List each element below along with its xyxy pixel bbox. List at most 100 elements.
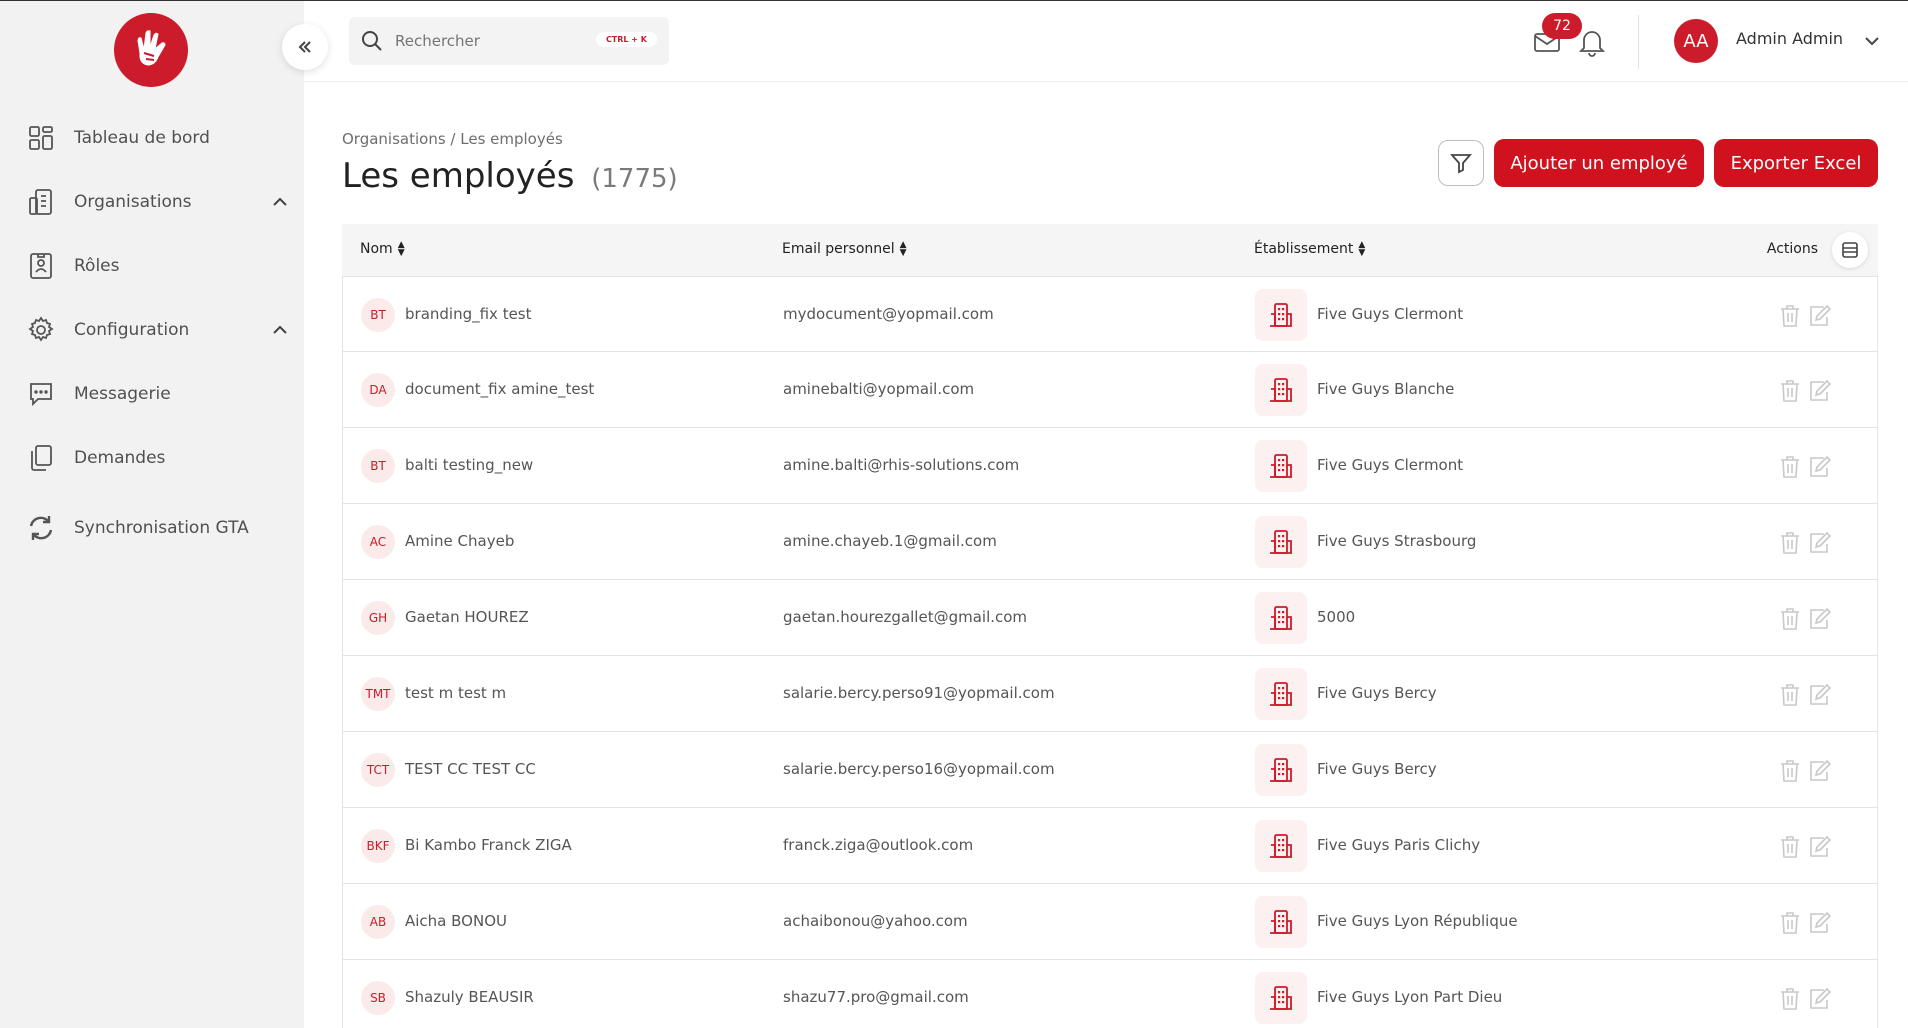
column-header-email[interactable]: Email personnel ▲ ▼	[782, 241, 907, 258]
trash-icon[interactable]	[1779, 531, 1801, 555]
sidebar-item-organisations[interactable]: Organisations	[0, 170, 304, 234]
search-icon	[362, 31, 382, 51]
employee-email: amine.balti@rhis-solutions.com	[783, 456, 1020, 474]
edit-icon[interactable]	[1807, 911, 1831, 935]
trash-icon[interactable]	[1779, 987, 1801, 1011]
employee-name[interactable]: document_fix amine_test	[405, 380, 594, 398]
sync-icon	[26, 513, 56, 543]
employee-email: achaibonou@yahoo.com	[783, 912, 968, 930]
export-excel-button[interactable]: Exporter Excel	[1714, 139, 1878, 187]
employee-name[interactable]: Shazuly BEAUSIR	[405, 988, 534, 1006]
trash-icon[interactable]	[1779, 455, 1801, 479]
column-settings-button[interactable]	[1832, 232, 1868, 268]
table-row[interactable]: GH Gaetan HOUREZ gaetan.hourezgallet@gma…	[342, 580, 1878, 656]
employee-email: amine.chayeb.1@gmail.com	[783, 532, 997, 550]
sidebar-item-label: Messagerie	[74, 384, 171, 404]
trash-icon[interactable]	[1779, 304, 1801, 328]
employee-name[interactable]: Gaetan HOUREZ	[405, 608, 529, 626]
employee-initials-avatar: AC	[361, 525, 395, 559]
employee-name[interactable]: Bi Kambo Franck ZIGA	[405, 836, 572, 854]
chevron-up-icon[interactable]	[270, 192, 290, 212]
collapse-sidebar-button[interactable]	[282, 24, 328, 70]
employee-initials-avatar: TMT	[361, 677, 395, 711]
employee-name[interactable]: Aicha BONOU	[405, 912, 507, 930]
employee-name[interactable]: TEST CC TEST CC	[405, 760, 536, 778]
trash-icon[interactable]	[1779, 911, 1801, 935]
table-row[interactable]: AC Amine Chayeb amine.chayeb.1@gmail.com…	[342, 504, 1878, 580]
column-header-name[interactable]: Nom ▲ ▼	[360, 241, 405, 258]
table-header: Nom ▲ ▼ Email personnel ▲ ▼ Établissement …	[342, 224, 1878, 276]
edit-icon[interactable]	[1807, 683, 1831, 707]
establishment-building-icon	[1255, 744, 1307, 796]
table-row[interactable]: DA document_fix amine_test aminebalti@yo…	[342, 352, 1878, 428]
sidebar-item-dashboard[interactable]: Tableau de bord	[0, 106, 304, 170]
header-divider	[1638, 15, 1639, 69]
employee-name[interactable]: branding_fix test	[405, 305, 532, 323]
employee-establishment: Five Guys Clermont	[1317, 305, 1464, 323]
edit-icon[interactable]	[1807, 759, 1831, 783]
employee-email: shazu77.pro@gmail.com	[783, 988, 969, 1006]
employee-email: franck.ziga@outlook.com	[783, 836, 974, 854]
mail-count-badge: 72	[1542, 13, 1582, 39]
sidebar-item-sync-gta[interactable]: Synchronisation GTA	[0, 496, 304, 560]
employee-initials-avatar: GH	[361, 601, 395, 635]
edit-icon[interactable]	[1807, 455, 1831, 479]
sidebar-item-label: Rôles	[74, 256, 120, 276]
table-row[interactable]: TMT test m test m salarie.bercy.perso91@…	[342, 656, 1878, 732]
table-row[interactable]: AB Aicha BONOU achaibonou@yahoo.com Five…	[342, 884, 1878, 960]
column-header-establishment[interactable]: Établissement ▲ ▼	[1254, 240, 1366, 258]
table-row[interactable]: BKF Bi Kambo Franck ZIGA franck.ziga@out…	[342, 808, 1878, 884]
employee-establishment: Five Guys Lyon Part Dieu	[1317, 988, 1503, 1006]
employee-name[interactable]: Amine Chayeb	[405, 532, 514, 550]
list-columns-icon	[1842, 242, 1858, 258]
user-avatar[interactable]: AA	[1674, 19, 1718, 63]
edit-icon[interactable]	[1807, 304, 1831, 328]
employee-name[interactable]: test m test m	[405, 684, 506, 702]
trash-icon[interactable]	[1779, 379, 1801, 403]
sidebar-item-demandes[interactable]: Demandes	[0, 426, 304, 490]
employee-establishment: Five Guys Paris Clichy	[1317, 836, 1481, 854]
employee-initials-avatar: BT	[361, 298, 395, 332]
edit-icon[interactable]	[1807, 379, 1831, 403]
user-name[interactable]: Admin Admin	[1736, 29, 1843, 48]
page-title-text: Les employés	[342, 156, 575, 196]
search-bar[interactable]: CTRL + K	[349, 17, 669, 65]
employee-establishment: Five Guys Bercy	[1317, 760, 1437, 778]
table-row[interactable]: TCT TEST CC TEST CC salarie.bercy.perso1…	[342, 732, 1878, 808]
trash-icon[interactable]	[1779, 607, 1801, 631]
app-logo[interactable]	[114, 13, 188, 87]
establishment-building-icon	[1255, 592, 1307, 644]
table-row[interactable]: BT branding_fix test mydocument@yopmail.…	[342, 276, 1878, 352]
sidebar-item-label: Tableau de bord	[74, 128, 210, 148]
edit-icon[interactable]	[1807, 987, 1831, 1011]
trash-icon[interactable]	[1779, 759, 1801, 783]
chevron-up-icon[interactable]	[270, 320, 290, 340]
employee-initials-avatar: BKF	[361, 829, 395, 863]
establishment-building-icon	[1255, 972, 1307, 1024]
filter-button[interactable]	[1438, 140, 1484, 186]
trash-icon[interactable]	[1779, 835, 1801, 859]
sidebar-item-configuration[interactable]: Configuration	[0, 298, 304, 362]
sidebar-item-label: Configuration	[74, 320, 190, 340]
edit-icon[interactable]	[1807, 531, 1831, 555]
employee-email: aminebalti@yopmail.com	[783, 380, 975, 398]
bell-icon[interactable]	[1578, 27, 1606, 57]
sort-icon: ▲ ▼	[1358, 240, 1366, 258]
employee-establishment: Five Guys Clermont	[1317, 456, 1464, 474]
double-chevron-left-icon	[298, 41, 311, 53]
table-row[interactable]: SB Shazuly BEAUSIR shazu77.pro@gmail.com…	[342, 960, 1878, 1028]
search-input[interactable]	[395, 32, 585, 50]
chevron-down-icon[interactable]	[1862, 31, 1882, 51]
table-row[interactable]: BT balti testing_new amine.balti@rhis-so…	[342, 428, 1878, 504]
sidebar-item-label: Synchronisation GTA	[74, 518, 249, 538]
sidebar-item-messagerie[interactable]: Messagerie	[0, 362, 304, 426]
add-employee-button[interactable]: Ajouter un employé	[1494, 139, 1704, 187]
employee-email: gaetan.hourezgallet@gmail.com	[783, 608, 1028, 626]
trash-icon[interactable]	[1779, 683, 1801, 707]
establishment-building-icon	[1255, 668, 1307, 720]
sidebar-item-roles[interactable]: Rôles	[0, 234, 304, 298]
employee-name[interactable]: balti testing_new	[405, 456, 533, 474]
edit-icon[interactable]	[1807, 835, 1831, 859]
filter-icon	[1450, 154, 1472, 174]
edit-icon[interactable]	[1807, 607, 1831, 631]
